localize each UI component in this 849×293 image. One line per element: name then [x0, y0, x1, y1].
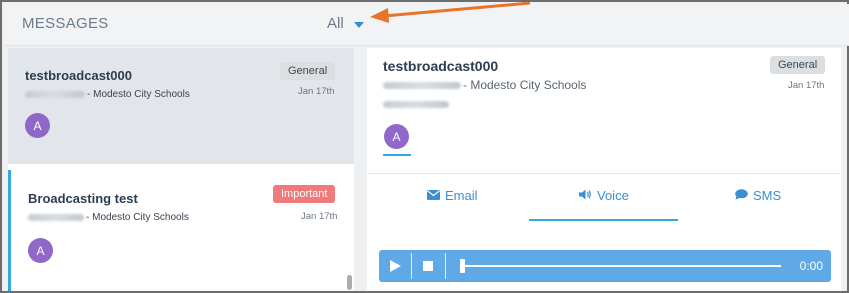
speaker-icon: [579, 189, 592, 203]
message-date: Jan 17th: [298, 86, 335, 97]
play-icon: [389, 260, 401, 272]
message-title: testbroadcast000: [25, 68, 132, 83]
message-sender: - Modesto City Schools: [28, 212, 189, 223]
tab-label: Voice: [597, 188, 629, 203]
seek-bar[interactable]: [461, 265, 781, 267]
detail-date: Jan 17th: [788, 80, 825, 91]
message-list[interactable]: testbroadcast000 - Modesto City Schools …: [8, 48, 354, 291]
category-badge: Important: [273, 185, 336, 203]
message-detail: testbroadcast000 - Modesto City Schools …: [367, 48, 841, 291]
selected-tab-indicator: [529, 219, 678, 221]
detail-sender: - Modesto City Schools: [383, 78, 586, 92]
tab-sms[interactable]: SMS: [735, 188, 781, 203]
channel-tabs: Email Voice SMS: [367, 174, 841, 222]
stop-button[interactable]: [412, 250, 444, 282]
message-sender: - Modesto City Schools: [25, 89, 190, 100]
playback-time: 0:00: [799, 259, 823, 273]
filter-dropdown[interactable]: All: [327, 15, 364, 32]
category-badge: General: [770, 56, 826, 74]
avatar-underline: [383, 154, 411, 156]
redacted-name: [28, 214, 84, 221]
page-title: MESSAGES: [22, 15, 109, 32]
message-card[interactable]: testbroadcast000 - Modesto City Schools …: [8, 48, 354, 164]
chat-bubble-icon: [735, 188, 748, 203]
avatar: A: [384, 124, 409, 149]
tab-voice[interactable]: Voice: [579, 188, 629, 203]
redacted-name: [383, 81, 461, 89]
stop-icon: [423, 261, 433, 271]
avatar: A: [25, 113, 50, 138]
tab-email[interactable]: Email: [427, 188, 478, 203]
tab-label: SMS: [753, 188, 782, 203]
category-badge: General: [280, 62, 336, 80]
envelope-icon: [427, 189, 440, 203]
redacted-line: [383, 101, 449, 108]
app-window: MESSAGES All testbroadcast000 - Modesto …: [0, 0, 849, 293]
sender-org: - Modesto City Schools: [86, 212, 189, 223]
avatar: A: [28, 238, 53, 263]
sender-org: - Modesto City Schools: [87, 89, 190, 100]
list-scrollbar[interactable]: [347, 275, 352, 290]
play-button[interactable]: [379, 250, 411, 282]
filter-label: All: [327, 15, 344, 32]
message-title: Broadcasting test: [28, 191, 138, 206]
seek-handle[interactable]: [460, 259, 465, 273]
audio-player: 0:00: [379, 250, 831, 282]
annotation-arrow-icon: [370, 2, 531, 23]
redacted-name: [25, 91, 85, 98]
divider: [445, 253, 446, 279]
detail-title: testbroadcast000: [383, 58, 499, 74]
sender-org: - Modesto City Schools: [463, 78, 587, 92]
tab-label: Email: [445, 188, 478, 203]
message-date: Jan 17th: [301, 211, 338, 222]
message-card[interactable]: Broadcasting test - Modesto City Schools…: [8, 170, 354, 291]
